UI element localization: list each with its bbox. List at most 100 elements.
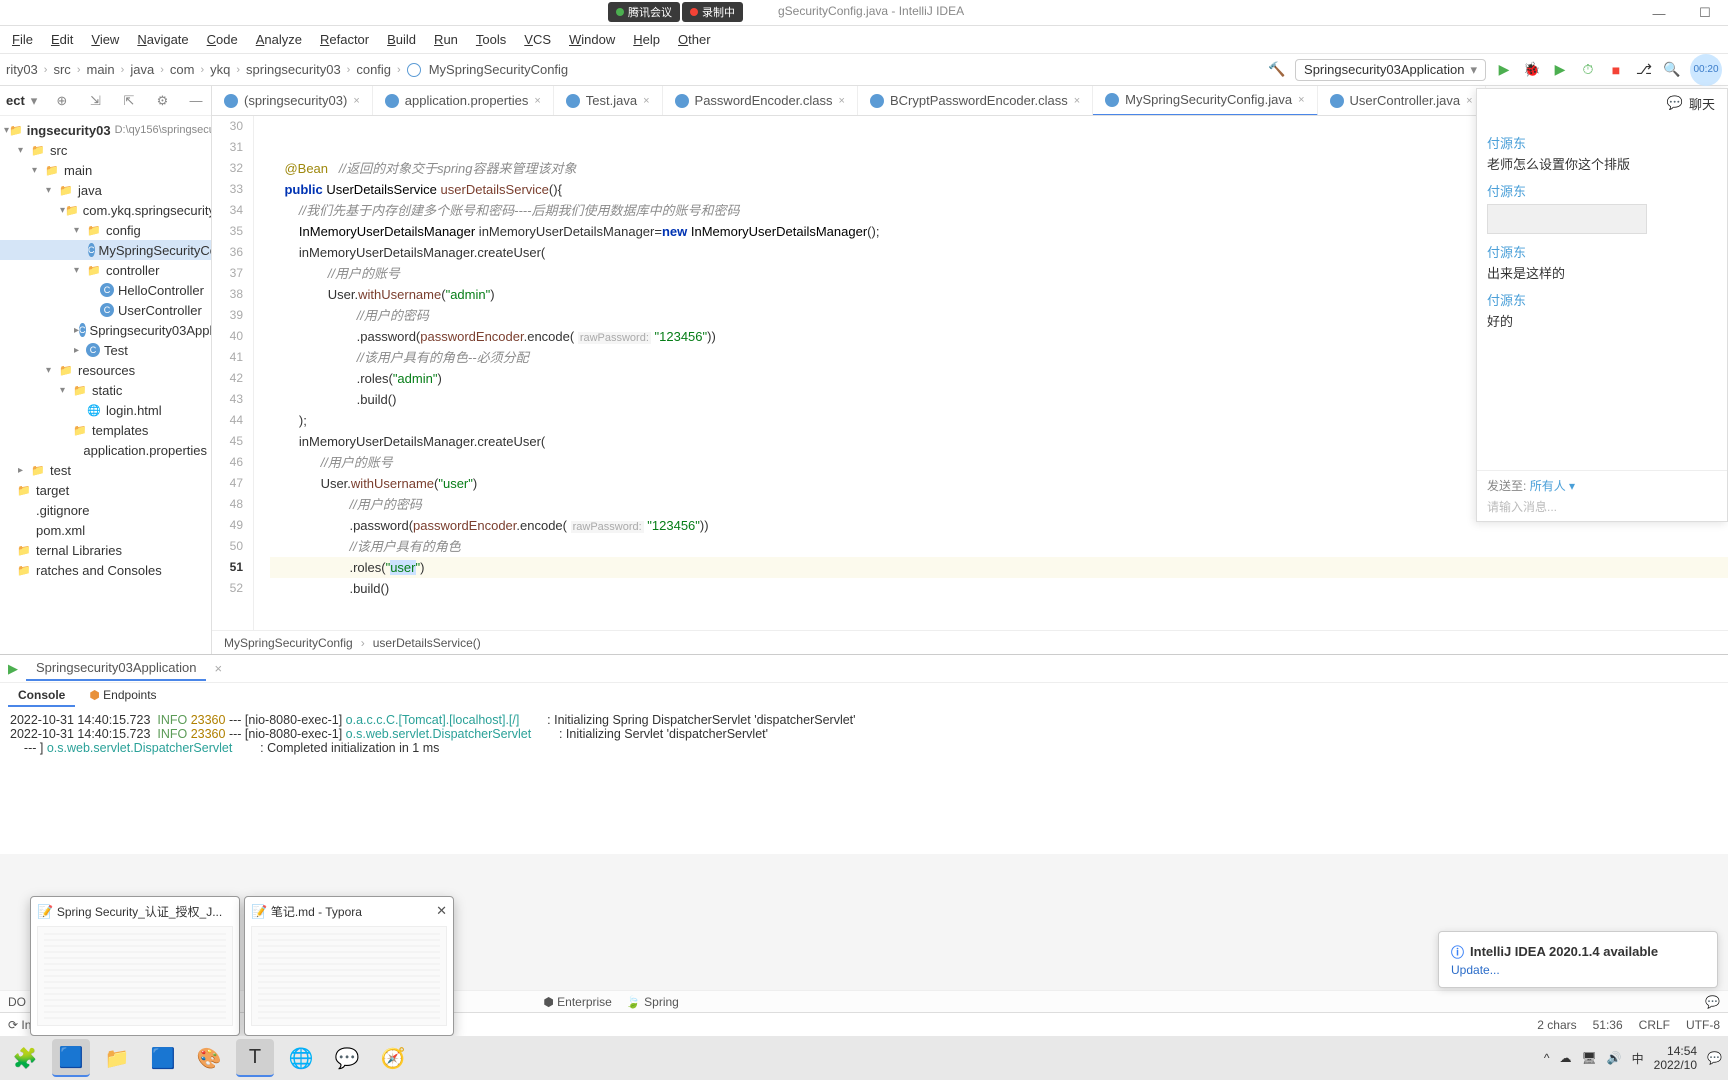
tree-item[interactable]: templates bbox=[0, 420, 211, 440]
menu-other[interactable]: Other bbox=[670, 28, 719, 51]
preview-thumbnail[interactable] bbox=[251, 926, 447, 1026]
tray-network-icon[interactable]: 🖥 bbox=[1581, 1051, 1596, 1065]
editor-tab[interactable]: MySpringSecurityConfig.java× bbox=[1093, 86, 1317, 116]
breadcrumb[interactable]: rity03›src›main›java›com›ykq›springsecur… bbox=[6, 62, 568, 77]
preview-window[interactable]: 📝 Spring Security_认证_授权_J... bbox=[30, 896, 240, 1036]
meeting-badge[interactable]: 腾讯会议 bbox=[608, 2, 680, 22]
tray-notifications-icon[interactable]: 💬 bbox=[1707, 1051, 1722, 1065]
editor-tab[interactable]: BCryptPasswordEncoder.class× bbox=[858, 86, 1093, 116]
stop-icon[interactable]: ■ bbox=[1606, 60, 1626, 80]
menu-code[interactable]: Code bbox=[199, 28, 246, 51]
menu-vcs[interactable]: VCS bbox=[516, 28, 559, 51]
tree-root[interactable]: ▾ ingsecurity03D:\qy156\springsecu bbox=[0, 120, 211, 140]
taskbar-wechat[interactable]: 💬 bbox=[328, 1039, 366, 1077]
close-icon[interactable]: × bbox=[643, 95, 649, 107]
chat-image[interactable] bbox=[1487, 204, 1647, 234]
preview-close-icon[interactable]: ✕ bbox=[436, 903, 447, 919]
tree-item[interactable]: ▸CSpringsecurity03Applic bbox=[0, 320, 211, 340]
breadcrumb-item[interactable]: rity03 bbox=[6, 62, 38, 77]
tree-item[interactable]: ▾config bbox=[0, 220, 211, 240]
breadcrumb-item[interactable]: java bbox=[130, 62, 154, 77]
call-timer-avatar[interactable]: 00:20 bbox=[1690, 54, 1722, 86]
taskbar-chrome[interactable]: 🌐 bbox=[282, 1039, 320, 1077]
tray-chevron-icon[interactable]: ^ bbox=[1544, 1051, 1550, 1065]
run-tab[interactable]: Springsecurity03Application bbox=[26, 656, 206, 681]
tree-item[interactable]: ▾main bbox=[0, 160, 211, 180]
tree-item[interactable]: ▾com.ykq.springsecurity03 bbox=[0, 200, 211, 220]
breadcrumb-item[interactable]: ykq bbox=[210, 62, 230, 77]
gear-icon[interactable]: ⚙ bbox=[153, 92, 171, 110]
taskbar-intellij[interactable]: 🟦 bbox=[52, 1039, 90, 1077]
editor-tab[interactable]: Test.java× bbox=[554, 86, 663, 116]
tree-item[interactable]: ▾controller bbox=[0, 260, 211, 280]
editor-tab[interactable]: UserController.java× bbox=[1318, 86, 1486, 116]
build-icon[interactable]: 🔨 bbox=[1267, 60, 1287, 80]
tree-item[interactable]: CHelloController bbox=[0, 280, 211, 300]
todo-tab[interactable]: DO bbox=[8, 995, 26, 1009]
preview-window[interactable]: 📝 笔记.md - Typora ✕ bbox=[244, 896, 454, 1036]
windows-taskbar[interactable]: 🧩 🟦 📁 🟦 🎨 T 🌐 💬 🧭 ^ ☁ 🖥 🔊 中 14:542022/10… bbox=[0, 1036, 1728, 1080]
maximize-button[interactable]: ☐ bbox=[1682, 0, 1728, 26]
tray-clock[interactable]: 14:542022/10 bbox=[1654, 1044, 1697, 1073]
update-notification[interactable]: ⓘIntelliJ IDEA 2020.1.4 available Update… bbox=[1438, 931, 1718, 988]
project-tool-window[interactable]: ect ▾ ⊕ ⇲ ⇱ ⚙ — ▾ ingsecurity03D:\qy156\… bbox=[0, 86, 212, 654]
close-icon[interactable]: × bbox=[1074, 95, 1080, 107]
enterprise-tab[interactable]: ⬢ Enterprise bbox=[543, 995, 612, 1009]
git-icon[interactable]: ⎇ bbox=[1634, 60, 1654, 80]
menu-tools[interactable]: Tools bbox=[468, 28, 514, 51]
tray-cloud-icon[interactable]: ☁ bbox=[1559, 1051, 1571, 1065]
tree-item[interactable]: ▾static bbox=[0, 380, 211, 400]
taskbar-explorer[interactable]: 📁 bbox=[98, 1039, 136, 1077]
menu-run[interactable]: Run bbox=[426, 28, 466, 51]
close-icon[interactable]: × bbox=[353, 95, 359, 107]
caret-position[interactable]: 51:36 bbox=[1593, 1018, 1623, 1032]
run-tool-window[interactable]: ▶ Springsecurity03Application × Console … bbox=[0, 654, 1728, 854]
breadcrumb-item[interactable]: config bbox=[356, 62, 391, 77]
console-output[interactable]: 2022-10-31 14:40:15.723 INFO 23360 --- [… bbox=[0, 709, 1728, 854]
hide-icon[interactable]: — bbox=[187, 92, 205, 110]
menu-view[interactable]: View bbox=[83, 28, 127, 51]
tree-item[interactable]: ▾src bbox=[0, 140, 211, 160]
breadcrumb-item[interactable]: MySpringSecurityConfig bbox=[429, 62, 568, 77]
chat-panel[interactable]: 💬聊天 付源东老师怎么设置你这个排版付源东付源东出来是这样的付源东好的 发送至:… bbox=[1476, 88, 1728, 522]
chevron-down-icon[interactable]: ▾ bbox=[31, 93, 38, 109]
editor-tab[interactable]: (springsecurity03)× bbox=[212, 86, 373, 116]
menu-help[interactable]: Help bbox=[625, 28, 668, 51]
menu-build[interactable]: Build bbox=[379, 28, 424, 51]
debug-icon[interactable]: 🐞 bbox=[1522, 60, 1542, 80]
menu-edit[interactable]: Edit bbox=[43, 28, 81, 51]
taskbar-typora[interactable]: T bbox=[236, 1039, 274, 1077]
console-subtab[interactable]: Console bbox=[8, 685, 75, 707]
tray-volume-icon[interactable]: 🔊 bbox=[1607, 1051, 1622, 1065]
tray-ime[interactable]: 中 bbox=[1632, 1050, 1644, 1067]
tree-item[interactable]: CUserController bbox=[0, 300, 211, 320]
editor-breadcrumb[interactable]: MySpringSecurityConfig›userDetailsServic… bbox=[212, 630, 1728, 654]
taskbar-paint[interactable]: 🎨 bbox=[190, 1039, 228, 1077]
tree-item[interactable]: ratches and Consoles bbox=[0, 560, 211, 580]
spring-tab[interactable]: 🍃 Spring bbox=[626, 995, 679, 1009]
editor-tab[interactable]: PasswordEncoder.class× bbox=[663, 86, 858, 116]
minimize-button[interactable]: — bbox=[1636, 0, 1682, 26]
file-encoding[interactable]: UTF-8 bbox=[1686, 1018, 1720, 1032]
endpoints-subtab[interactable]: ⬢ Endpoints bbox=[79, 685, 166, 707]
tree-item[interactable]: ▸CTest bbox=[0, 340, 211, 360]
select-opened-file-icon[interactable]: ⊕ bbox=[53, 92, 71, 110]
menu-file[interactable]: File bbox=[4, 28, 41, 51]
tree-item[interactable]: login.html bbox=[0, 400, 211, 420]
profile-icon[interactable]: ⏱ bbox=[1578, 60, 1598, 80]
collapse-all-icon[interactable]: ⇱ bbox=[120, 92, 138, 110]
close-icon[interactable]: × bbox=[1298, 94, 1304, 106]
editor-tab[interactable]: application.properties× bbox=[373, 86, 554, 116]
tree-item[interactable]: application.properties bbox=[0, 440, 211, 460]
gutter[interactable]: 3031323334353637383940414243444546474849… bbox=[212, 116, 254, 630]
chat-send-to-dropdown[interactable]: 所有人 ▾ bbox=[1530, 479, 1575, 493]
breadcrumb-item[interactable]: main bbox=[86, 62, 114, 77]
tree-item[interactable]: CMySpringSecurityCo bbox=[0, 240, 211, 260]
breadcrumb-item[interactable]: com bbox=[170, 62, 195, 77]
close-icon[interactable]: × bbox=[1466, 95, 1472, 107]
close-icon[interactable]: × bbox=[534, 95, 540, 107]
tree-item[interactable]: ▾java bbox=[0, 180, 211, 200]
menu-navigate[interactable]: Navigate bbox=[129, 28, 196, 51]
taskbar-meeting[interactable]: 🟦 bbox=[144, 1039, 182, 1077]
recording-badge[interactable]: 录制中 bbox=[682, 2, 743, 22]
